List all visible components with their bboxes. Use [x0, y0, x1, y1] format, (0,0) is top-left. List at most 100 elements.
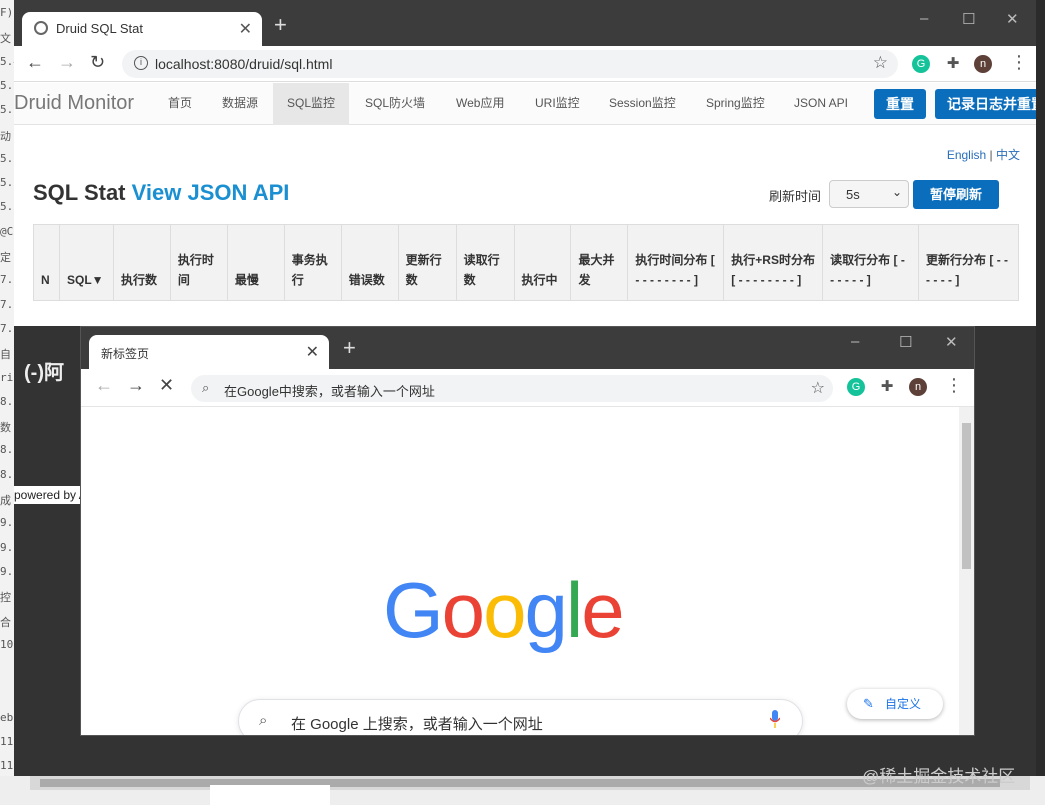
column-header: 执行数 [114, 225, 171, 300]
stop-loading-icon[interactable]: ✕ [159, 375, 174, 396]
google-search-box[interactable]: ⌕ 在 Google 上搜索，或者输入一个网址 [238, 699, 803, 735]
editor-line-number: 成 [0, 494, 11, 507]
extensions-puzzle-icon[interactable]: ✚ [878, 378, 896, 396]
editor-line-number: 5.4 [0, 54, 14, 68]
editor-line-number: 11 [0, 759, 14, 773]
nav-item-4[interactable]: Web应用 [442, 83, 518, 125]
editor-line-number: 8.3 [0, 467, 14, 481]
nav-item-2[interactable]: SQL监控 [273, 83, 350, 125]
grammarly-icon[interactable]: G [912, 55, 930, 73]
maximize-button[interactable]: ☐ [899, 333, 912, 351]
editor-line-number: 5.5 [0, 78, 14, 92]
refresh-interval-select[interactable]: 5s ⌄ [829, 180, 909, 208]
column-header: 最大并发 [571, 225, 629, 300]
editor-line-number: 9.2 [0, 540, 14, 554]
new-tab-button[interactable]: + [343, 335, 356, 361]
new-tab-toolbar: ← → ✕ ⌕ 在Google中搜索，或者输入一个网址 ☆ G ✚ n ⋮ [81, 369, 974, 407]
druid-navbar: Druid Monitor 首页 数据源 SQL监控 SQL防火墙 Web应用 URI监控… [14, 83, 1036, 125]
close-tab-icon[interactable]: ✕ [306, 342, 319, 362]
maximize-button[interactable]: ☐ [962, 10, 975, 28]
address-bar-placeholder: 在Google中搜索，或者输入一个网址 [224, 384, 435, 399]
customize-button[interactable]: ✎ 自定义 [847, 689, 943, 719]
bookmark-star-icon[interactable]: ☆ [811, 378, 825, 398]
pencil-icon: ✎ [863, 696, 874, 711]
new-tab-button[interactable]: + [274, 12, 287, 38]
nav-item-3[interactable]: SQL防火墙 [351, 83, 439, 125]
editor-line-number: 合 [0, 615, 11, 629]
google-logo-letter: o [441, 566, 485, 654]
tab-new-tab[interactable]: 新标签页 ✕ [89, 335, 329, 369]
refresh-interval-label: 刷新时间 [769, 189, 822, 204]
editor-line-number: 9.1 [0, 516, 14, 530]
editor-line-number: 动 [0, 129, 11, 143]
column-header: 读取行数 [457, 225, 515, 300]
close-window-button[interactable]: ✕ [1006, 10, 1019, 28]
bookmark-star-icon[interactable]: ☆ [873, 53, 888, 73]
nav-item-0[interactable]: 首页 [154, 83, 206, 125]
reset-button[interactable]: 重置 [874, 89, 926, 119]
search-icon: ⌕ [202, 380, 210, 395]
editor-line-number: 11 [0, 735, 14, 748]
sql-stat-table-header: N SQL▼ 执行数 执行时间 最慢 事务执行 错误数 更新行数 读取行数 执行中 最大并发 执行时间… [33, 224, 1019, 301]
editor-line-number: 10 [0, 637, 14, 651]
menu-kebab-icon[interactable]: ⋮ [945, 375, 963, 396]
grammarly-icon[interactable]: G [847, 378, 865, 396]
menu-kebab-icon[interactable]: ⋮ [1010, 52, 1028, 73]
forward-arrow-icon[interactable]: → [127, 375, 145, 396]
close-tab-icon[interactable]: ✕ [239, 19, 252, 39]
language-switch: English | 中文 [947, 146, 1020, 163]
page-title-text: SQL Stat [33, 180, 126, 205]
nav-item-6[interactable]: Session监控 [595, 83, 690, 125]
extensions-puzzle-icon[interactable]: ✚ [944, 55, 962, 73]
close-window-button[interactable]: ✕ [945, 333, 958, 351]
scrollbar-thumb[interactable] [962, 423, 971, 569]
minimize-button[interactable]: – [920, 10, 928, 27]
profile-avatar[interactable]: n [974, 55, 992, 73]
editor-line-number: 5.3 [0, 200, 14, 214]
lang-english-link[interactable]: English [947, 148, 986, 162]
vertical-scrollbar[interactable] [959, 407, 974, 735]
editor-line-number: 控 [0, 591, 11, 605]
forward-arrow-icon[interactable]: → [58, 52, 76, 73]
nav-item-7[interactable]: Spring监控 [692, 83, 779, 125]
column-header: 错误数 [342, 225, 399, 300]
nav-item-5[interactable]: URI监控 [521, 83, 594, 125]
address-bar[interactable]: ⌕ 在Google中搜索，或者输入一个网址 ☆ [191, 375, 833, 402]
log-and-reset-button[interactable]: 记录日志并重置 [935, 89, 1036, 119]
url-text: localhost:8080/druid/sql.html [155, 56, 333, 72]
address-bar[interactable]: i localhost:8080/druid/sql.html ☆ [122, 50, 898, 78]
info-icon[interactable]: i [134, 56, 148, 70]
editor-line-number: 自 [0, 348, 11, 362]
lang-separator: | [989, 148, 993, 162]
minimize-button[interactable]: – [851, 333, 859, 350]
view-json-api-link[interactable]: View JSON API [132, 180, 290, 205]
editor-line-number: 8.2 [0, 443, 14, 457]
new-tab-page: Google ⌕ 在 Google 上搜索，或者输入一个网址 ✎ 自定义 [81, 407, 961, 735]
back-arrow-icon[interactable]: ← [26, 52, 44, 73]
editor-line-number: 7.3 [0, 321, 14, 335]
nav-item-8[interactable]: JSON API [780, 83, 862, 125]
brand-title[interactable]: Druid Monitor [14, 92, 134, 115]
editor-line-number: 5.6 [0, 103, 14, 117]
google-logo-letter: G [383, 566, 444, 654]
google-logo-letter: e [581, 566, 624, 654]
scrollbar-thumb[interactable] [40, 779, 1000, 787]
google-logo-letter: g [524, 566, 567, 654]
reload-icon[interactable]: ↻ [90, 52, 105, 73]
column-header[interactable]: SQL▼ [60, 225, 114, 300]
google-search-placeholder: 在 Google 上搜索，或者输入一个网址 [291, 716, 543, 733]
microphone-icon[interactable] [770, 710, 780, 728]
editor-line-number: 7.1 [0, 273, 14, 287]
nav-item-1[interactable]: 数据源 [208, 83, 272, 125]
pause-refresh-button[interactable]: 暂停刷新 [913, 180, 999, 209]
column-header: 执行中 [515, 225, 572, 300]
column-header: 执行+RS时分布 [ - - - - - - - - ] [724, 225, 824, 300]
editor-line-numbers: F) 文 5.4 5.5 5.6 动 5.1 5.2 5.3 @C 定 7.1 7.2 7.3 自 ri 8.1… [0, 0, 14, 805]
tab-title: Druid SQL Stat [56, 21, 143, 36]
tab-druid-sql-stat[interactable]: Druid SQL Stat ✕ [22, 12, 262, 46]
editor-line-number: 9.3 [0, 564, 14, 578]
profile-avatar[interactable]: n [909, 378, 927, 396]
column-header: 执行时间分布 [ - - - - - - - - ] [628, 225, 725, 300]
lang-chinese-link[interactable]: 中文 [996, 148, 1020, 162]
back-arrow-icon[interactable]: ← [95, 375, 113, 396]
